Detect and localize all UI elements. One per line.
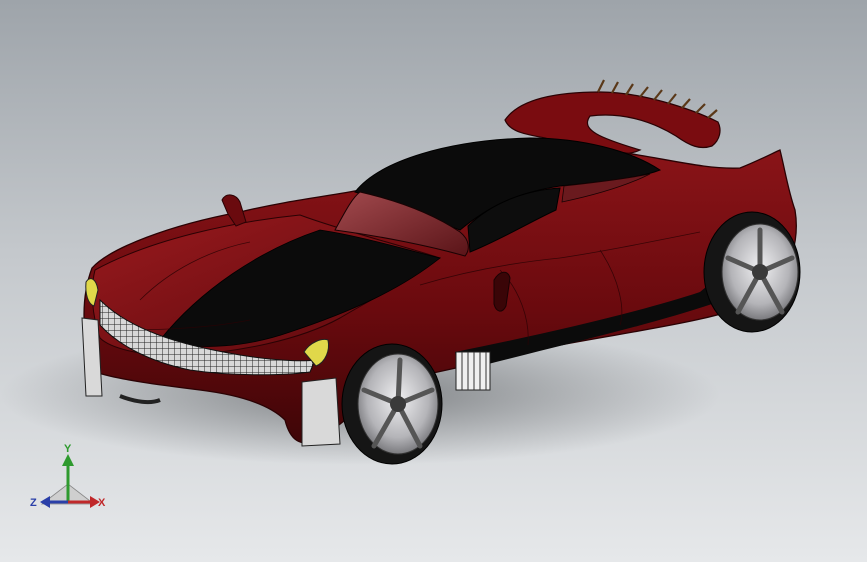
reference-triad: Y X Z xyxy=(30,443,106,509)
rear-wheel xyxy=(703,211,801,333)
bumper-fin-right xyxy=(301,377,341,447)
front-wheel xyxy=(341,343,443,465)
side-vent xyxy=(455,351,491,391)
graphics-viewport[interactable]: Y X Z xyxy=(0,0,867,562)
z-axis-label: Z xyxy=(30,497,37,509)
bumper-fin-left xyxy=(81,317,103,397)
y-axis-label: Y xyxy=(64,443,72,455)
x-axis-label: X xyxy=(98,497,106,509)
car-model-view[interactable] xyxy=(0,0,867,562)
